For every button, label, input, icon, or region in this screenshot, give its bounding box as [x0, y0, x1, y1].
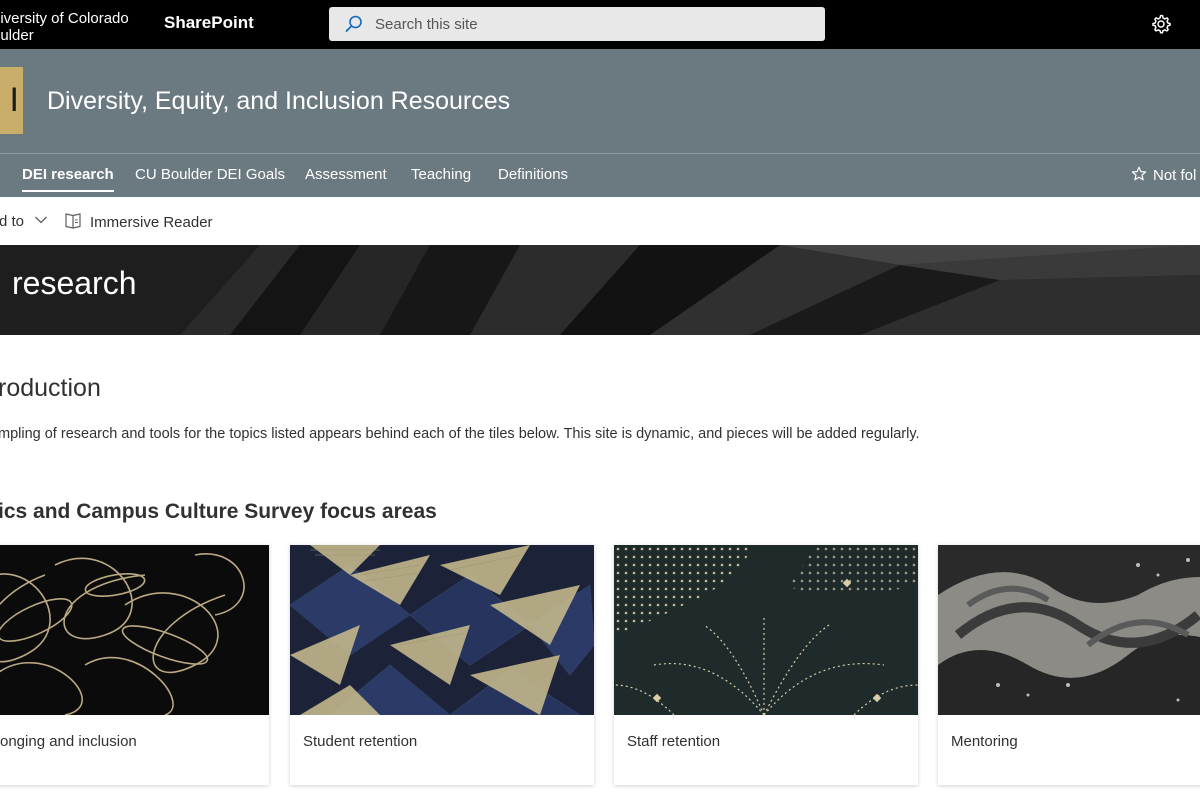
tile-label: Staff retention [627, 733, 721, 750]
tile-image [614, 545, 918, 715]
send-to-button[interactable]: d to [0, 213, 24, 230]
immersive-reader-button[interactable]: Immersive Reader [64, 212, 213, 231]
app-name-link[interactable]: SharePoint [164, 13, 254, 33]
org-name-line2: oulder [0, 27, 34, 44]
suite-bar: niversity of Colorado oulder SharePoint [0, 0, 1200, 49]
tile-student-retention[interactable]: Student retention [290, 545, 594, 785]
site-navigation: DEI research CU Boulder DEI Goals Assess… [0, 154, 1200, 197]
tile-mentoring[interactable]: Mentoring [938, 545, 1200, 785]
site-header: I Diversity, Equity, and Inclusion Resou… [0, 49, 1200, 197]
banner-background-image [0, 245, 1200, 335]
nav-item-definitions[interactable]: Definitions [498, 166, 568, 183]
introduction-heading: roduction [0, 374, 101, 402]
follow-label: Not fol [1153, 167, 1197, 184]
star-icon [1131, 166, 1147, 181]
tile-image [938, 545, 1200, 715]
org-name-line1: niversity of Colorado [0, 10, 129, 27]
tile-image [0, 545, 269, 715]
immersive-reader-icon [65, 213, 81, 229]
tile-staff-retention[interactable]: Staff retention [614, 545, 918, 785]
tile-belonging-and-inclusion[interactable]: onging and inclusion [0, 545, 269, 785]
follow-button[interactable]: Not fol [1131, 166, 1196, 184]
nav-item-teaching[interactable]: Teaching [411, 166, 471, 183]
immersive-reader-label: Immersive Reader [90, 214, 213, 231]
site-title[interactable]: Diversity, Equity, and Inclusion Resourc… [47, 87, 510, 116]
page-banner: research [0, 245, 1200, 335]
tile-label: Mentoring [951, 733, 1018, 750]
nav-item-dei-research[interactable]: DEI research [22, 166, 114, 192]
command-bar: d to Immersive Reader [0, 197, 1200, 245]
site-logo[interactable]: I [0, 67, 23, 134]
page-title: research [12, 265, 137, 301]
search-box[interactable] [329, 7, 825, 41]
focus-areas-heading: ics and Campus Culture Survey focus area… [0, 500, 437, 523]
chevron-down-icon[interactable] [34, 215, 48, 225]
nav-item-cu-boulder-dei-goals[interactable]: CU Boulder DEI Goals [135, 166, 285, 183]
introduction-text: mpling of research and tools for the top… [0, 426, 920, 442]
tile-image [290, 545, 594, 715]
search-icon [345, 15, 362, 32]
tile-label: Student retention [303, 733, 418, 750]
nav-item-assessment[interactable]: Assessment [305, 166, 387, 183]
org-logo-text[interactable]: niversity of Colorado oulder [0, 10, 132, 44]
tile-label: onging and inclusion [0, 733, 137, 750]
gear-icon[interactable] [1150, 13, 1172, 35]
search-input[interactable] [375, 7, 805, 41]
